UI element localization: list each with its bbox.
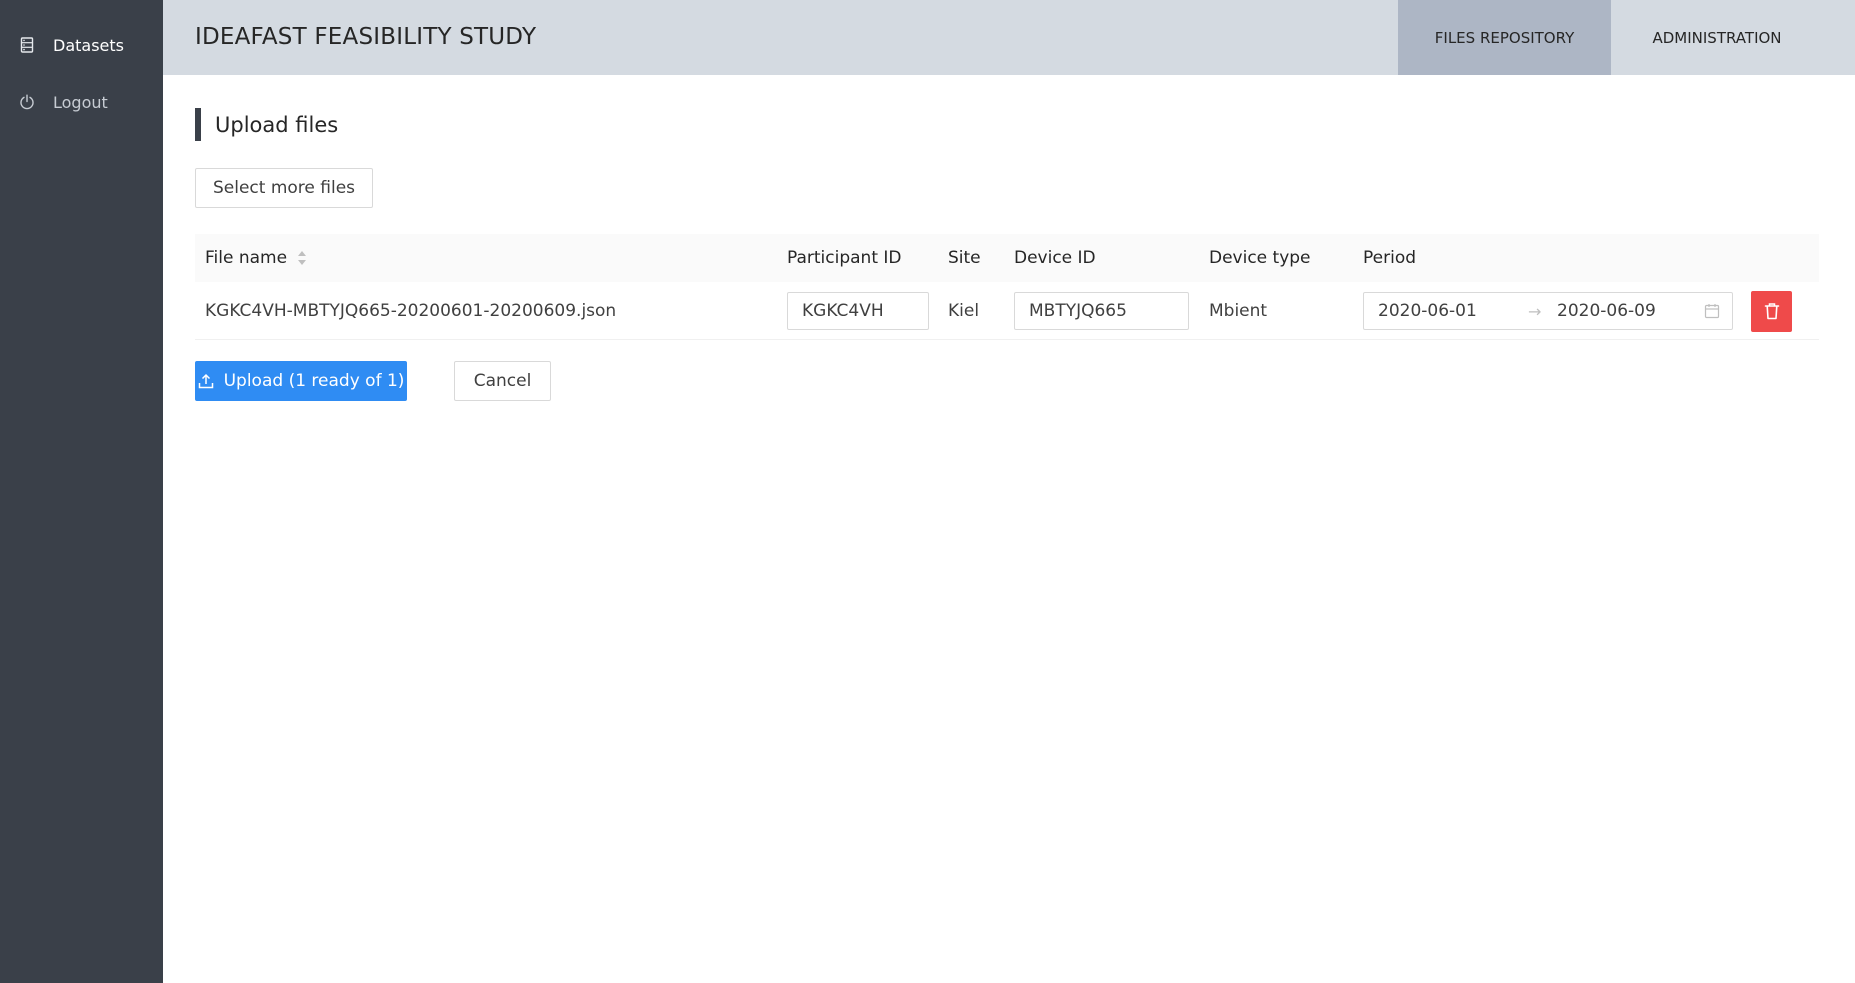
calendar-icon[interactable]: [1704, 303, 1720, 324]
page-title: Upload files: [195, 108, 338, 141]
select-more-files-button[interactable]: Select more files: [195, 168, 373, 208]
app-title: IDEAFAST FEASIBILITY STUDY: [195, 24, 537, 50]
tab-files-repository[interactable]: FILES REPOSITORY: [1398, 0, 1611, 75]
participant-id-input[interactable]: KGKC4VH: [787, 292, 929, 330]
column-header-file-name[interactable]: File name: [205, 234, 307, 282]
period-start-input[interactable]: 2020-06-01: [1378, 301, 1477, 321]
column-header-site: Site: [948, 248, 981, 268]
delete-row-button[interactable]: [1751, 290, 1792, 332]
upload-icon: [198, 373, 214, 389]
column-header-period: Period: [1363, 248, 1417, 268]
column-header-device-id: Device ID: [1014, 248, 1096, 268]
trash-icon: [1764, 302, 1780, 320]
sidebar-item-logout[interactable]: Logout: [18, 87, 108, 117]
column-label: File name: [205, 248, 288, 268]
file-name-cell: KGKC4VH-MBTYJQ665-20200601-20200609.json: [205, 301, 617, 321]
table-header: File name Participant ID Site Device ID …: [195, 234, 1819, 282]
upload-button[interactable]: Upload (1 ready of 1): [195, 361, 407, 401]
sidebar: Datasets Logout: [0, 0, 163, 983]
sidebar-item-datasets[interactable]: Datasets: [18, 30, 124, 60]
top-bar: IDEAFAST FEASIBILITY STUDY FILES REPOSIT…: [163, 0, 1855, 75]
device-id-input[interactable]: MBTYJQ665: [1014, 292, 1189, 330]
power-icon: [18, 93, 36, 111]
column-header-participant-id: Participant ID: [787, 248, 902, 268]
database-icon: [18, 36, 36, 54]
site-cell: Kiel: [948, 301, 980, 321]
upload-button-label: Upload (1 ready of 1): [223, 371, 405, 391]
sidebar-item-label: Logout: [53, 92, 108, 112]
tab-administration[interactable]: ADMINISTRATION: [1611, 0, 1823, 75]
main-content: Upload files Select more files File name…: [163, 75, 1855, 983]
period-range-picker[interactable]: 2020-06-01 → 2020-06-09: [1363, 292, 1733, 330]
period-end-input[interactable]: 2020-06-09: [1557, 301, 1656, 321]
device-type-cell: Mbient: [1209, 301, 1268, 321]
sort-icon[interactable]: [297, 250, 307, 266]
upload-table: File name Participant ID Site Device ID …: [195, 234, 1819, 340]
sidebar-item-label: Datasets: [53, 35, 124, 55]
cancel-button[interactable]: Cancel: [454, 361, 551, 401]
table-row: KGKC4VH-MBTYJQ665-20200601-20200609.json…: [195, 282, 1819, 340]
range-arrow-icon: →: [1528, 301, 1542, 321]
column-header-device-type: Device type: [1209, 248, 1311, 268]
